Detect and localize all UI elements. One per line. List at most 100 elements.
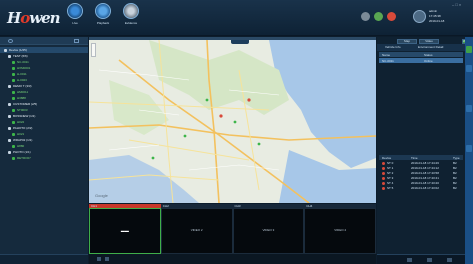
app-logo: Howen bbox=[7, 9, 61, 27]
col-name: Name bbox=[382, 53, 391, 57]
alarm-device: ST 2 bbox=[387, 171, 394, 175]
tree-item-label: HM0011 bbox=[17, 90, 29, 94]
vehicle-online-icon bbox=[12, 132, 15, 136]
nav-evidence-button[interactable]: Evidence bbox=[120, 3, 142, 34]
tab-vehicle-info[interactable]: Vehicle Info bbox=[385, 45, 401, 49]
tree-item-label: NC-0011 bbox=[17, 60, 29, 64]
info-panel bbox=[377, 37, 465, 264]
alarm-dot-icon bbox=[382, 166, 385, 170]
folder-icon bbox=[8, 84, 11, 88]
tab-environment-detail[interactable]: Environment Detail bbox=[418, 45, 443, 49]
col-time: Time bbox=[411, 156, 418, 160]
folder-icon bbox=[8, 114, 11, 118]
tree-item-label: CUSTOMER (2/5) bbox=[13, 102, 38, 106]
device-panel-footer bbox=[0, 254, 88, 264]
video-tile-label: VIDEO 3 bbox=[262, 228, 275, 232]
vehicle-online-icon bbox=[12, 78, 15, 82]
vehicle-online-icon bbox=[12, 60, 15, 64]
nav-playback-label: Playback bbox=[96, 21, 110, 25]
nav-live-label: Live bbox=[72, 21, 78, 25]
col-status: Status bbox=[424, 53, 433, 57]
row-name: NC-0011 bbox=[382, 59, 394, 63]
alarm-icon[interactable] bbox=[387, 12, 396, 21]
side-toolbar bbox=[465, 37, 473, 264]
tree-item-label: H-0011 bbox=[17, 72, 27, 76]
alarm-device: ST 4 bbox=[387, 181, 394, 185]
nav-playback-button[interactable]: Playback bbox=[92, 3, 114, 34]
col-device: Device bbox=[382, 156, 392, 160]
tree-item-label: ST0003 bbox=[17, 108, 28, 112]
alarm-dot-icon bbox=[382, 176, 385, 180]
tree-item-label: H880 bbox=[17, 144, 25, 148]
alarm-dot-icon bbox=[382, 171, 385, 175]
tree-item-label: TEST (6/6) bbox=[13, 54, 28, 58]
tree-item-label: WRAP02 (1/1) bbox=[13, 138, 33, 142]
folder-icon bbox=[8, 138, 11, 142]
row-status: Online bbox=[424, 59, 433, 63]
tree-item-label: H-0023 bbox=[17, 78, 27, 82]
col-type: Type bbox=[453, 156, 460, 160]
video-toolbar bbox=[89, 254, 376, 264]
folder-icon bbox=[4, 48, 7, 52]
tree-item-label: H022 bbox=[17, 120, 25, 124]
tree-item[interactable]: RETRO07 bbox=[0, 155, 88, 161]
video-tile[interactable]: ▬▬ bbox=[89, 208, 161, 254]
map-view[interactable]: Google bbox=[89, 40, 376, 203]
alarm-row[interactable]: ST 5 2019-01-18 17:43:02 B2 bbox=[379, 186, 463, 191]
tool-window-button[interactable] bbox=[466, 46, 472, 53]
user-info[interactable]: admin 17:45:38 2019-01-18 bbox=[413, 9, 469, 26]
alarm-dot-icon bbox=[382, 161, 385, 165]
evidence-icon bbox=[123, 3, 139, 19]
fullscreen-icon[interactable] bbox=[105, 257, 109, 261]
folder-icon bbox=[8, 102, 11, 106]
alarm-type: B2 bbox=[453, 186, 457, 190]
folder-icon bbox=[8, 54, 11, 58]
alarm-device: ST 0 bbox=[387, 161, 394, 165]
video-tile[interactable]: VIDEO 2 bbox=[160, 208, 233, 254]
tool-button-3[interactable] bbox=[466, 145, 472, 152]
tree-item-label: Device (1/25) bbox=[9, 48, 27, 52]
selected-row[interactable]: NC-0011 Online bbox=[379, 58, 463, 63]
list-header: Name Status bbox=[379, 52, 463, 57]
alarm-time: 2019-01-18 17:43:02 bbox=[411, 186, 439, 190]
map-canvas bbox=[89, 40, 376, 203]
tree-item-label: PHOTO (1/1) bbox=[13, 150, 31, 154]
vehicle-online-icon bbox=[12, 156, 15, 160]
status-icon[interactable] bbox=[374, 12, 383, 21]
window-controls[interactable]: – □ × bbox=[452, 2, 461, 7]
user-time: 17:45:38 bbox=[429, 14, 441, 18]
tree-item-label: H021 bbox=[17, 132, 25, 136]
zoom-control[interactable] bbox=[91, 43, 96, 57]
vehicle-online-icon bbox=[12, 90, 15, 94]
device-search-bar[interactable] bbox=[0, 37, 88, 45]
map-toggle-tab[interactable] bbox=[231, 40, 249, 44]
tree-item-label: DEMO T (3/3) bbox=[13, 84, 32, 88]
vehicle-online-icon bbox=[12, 96, 15, 100]
settings-small-icon[interactable] bbox=[447, 258, 452, 262]
tree-item-label: HXM0001 bbox=[17, 66, 31, 70]
tool-button-2[interactable] bbox=[466, 105, 472, 112]
folder-icon bbox=[8, 126, 11, 130]
tree-item-label: PAHOTO (2/2) bbox=[13, 126, 33, 130]
folder-icon bbox=[8, 150, 11, 154]
tool-button-1[interactable] bbox=[466, 65, 472, 72]
vehicle-online-icon bbox=[12, 72, 15, 76]
settings-icon[interactable] bbox=[361, 12, 370, 21]
nav-live-button[interactable]: Live bbox=[64, 3, 86, 34]
video-tile[interactable]: VIDEO 4 bbox=[304, 208, 376, 254]
info-panel-footer bbox=[377, 254, 465, 264]
alarm-device: ST 5 bbox=[387, 186, 394, 190]
layout-icon[interactable] bbox=[97, 257, 101, 261]
user-name: admin bbox=[429, 9, 438, 13]
user-date: 2019-01-18 bbox=[429, 19, 445, 23]
playback-icon bbox=[95, 3, 111, 19]
alarm-dot-icon bbox=[382, 181, 385, 185]
vehicle-online-icon bbox=[12, 120, 15, 124]
export-icon[interactable] bbox=[407, 258, 412, 262]
avatar bbox=[413, 10, 426, 23]
clear-icon[interactable] bbox=[427, 258, 432, 262]
video-tile[interactable]: VIDEO 3 bbox=[232, 208, 305, 254]
refresh-icon[interactable] bbox=[74, 39, 79, 43]
video-tile-label: ▬▬ bbox=[120, 228, 129, 233]
tree-item-label: H3888 bbox=[17, 96, 26, 100]
